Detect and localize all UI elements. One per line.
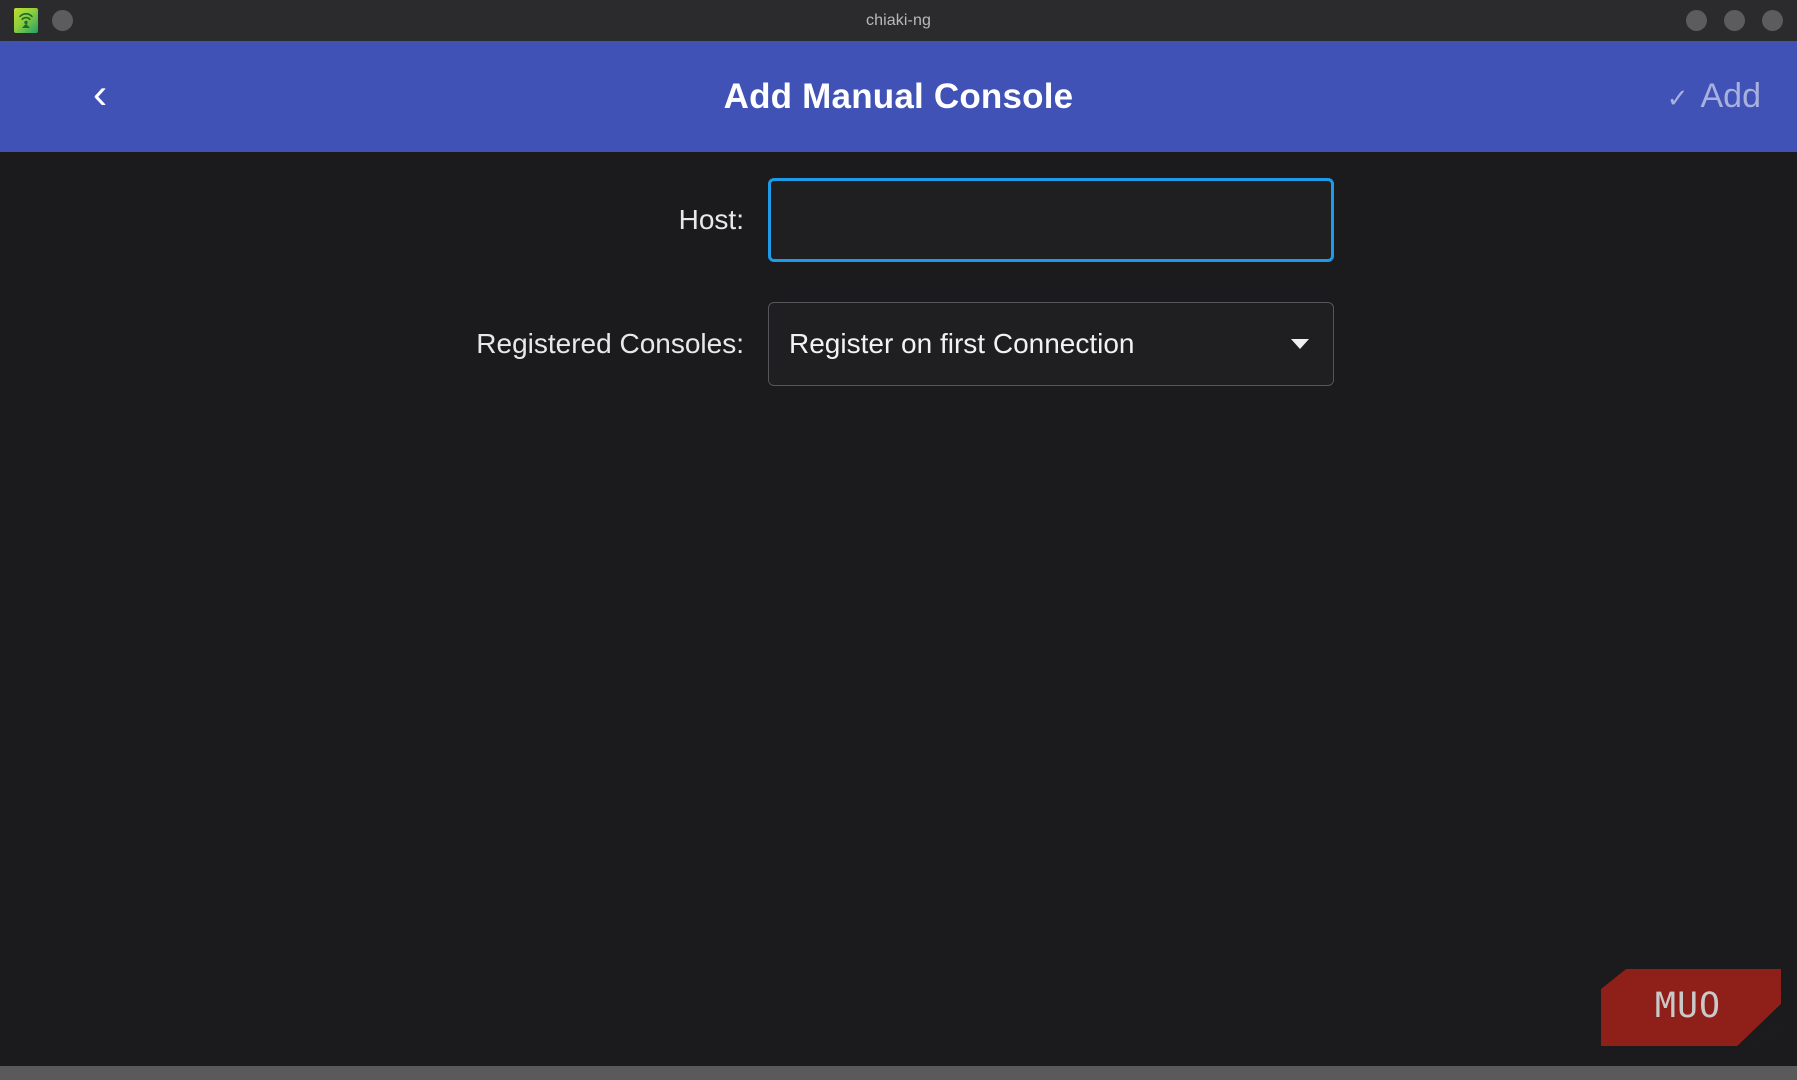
screen: chiaki-ng ‹ Add Manual Console ✓ Add Hos… [0,0,1797,1080]
maximize-button[interactable] [1724,10,1745,31]
window-controls [1686,10,1783,31]
window-titlebar: chiaki-ng [0,0,1797,41]
manual-console-form: Host: Registered Consoles: Register on f… [0,178,1334,386]
host-label: Host: [678,204,744,235]
check-icon: ✓ [1666,83,1689,113]
chevron-down-icon [1291,339,1309,349]
add-button[interactable]: ✓ Add [1667,77,1767,116]
titlebar-left-dot[interactable] [52,10,73,31]
minimize-button[interactable] [1686,10,1707,31]
muo-watermark-notch [1731,1000,1781,1046]
registered-consoles-row: Registered Consoles: Register on first C… [0,302,1334,386]
host-input[interactable] [768,178,1334,262]
host-row: Host: [0,178,1334,262]
back-icon[interactable]: ‹ [70,73,130,116]
main-content: Host: Registered Consoles: Register on f… [0,152,1797,1066]
chiaki-window: chiaki-ng ‹ Add Manual Console ✓ Add Hos… [0,0,1797,1066]
titlebar-left-group [14,8,73,33]
muo-watermark: MUO [1601,969,1781,1046]
page-title: Add Manual Console [723,76,1074,116]
chiaki-wifi-icon [14,8,38,33]
registered-consoles-label: Registered Consoles: [476,328,744,359]
muo-watermark-label: MUO [1654,985,1722,1026]
add-button-label: Add [1700,77,1762,115]
registered-consoles-select[interactable]: Register on first Connection [768,302,1334,386]
desktop-background-strip [0,1066,1797,1080]
registered-consoles-value: Register on first Connection [789,328,1135,359]
app-header: ‹ Add Manual Console ✓ Add [0,41,1797,152]
window-title: chiaki-ng [866,11,931,29]
close-button[interactable] [1762,10,1783,31]
